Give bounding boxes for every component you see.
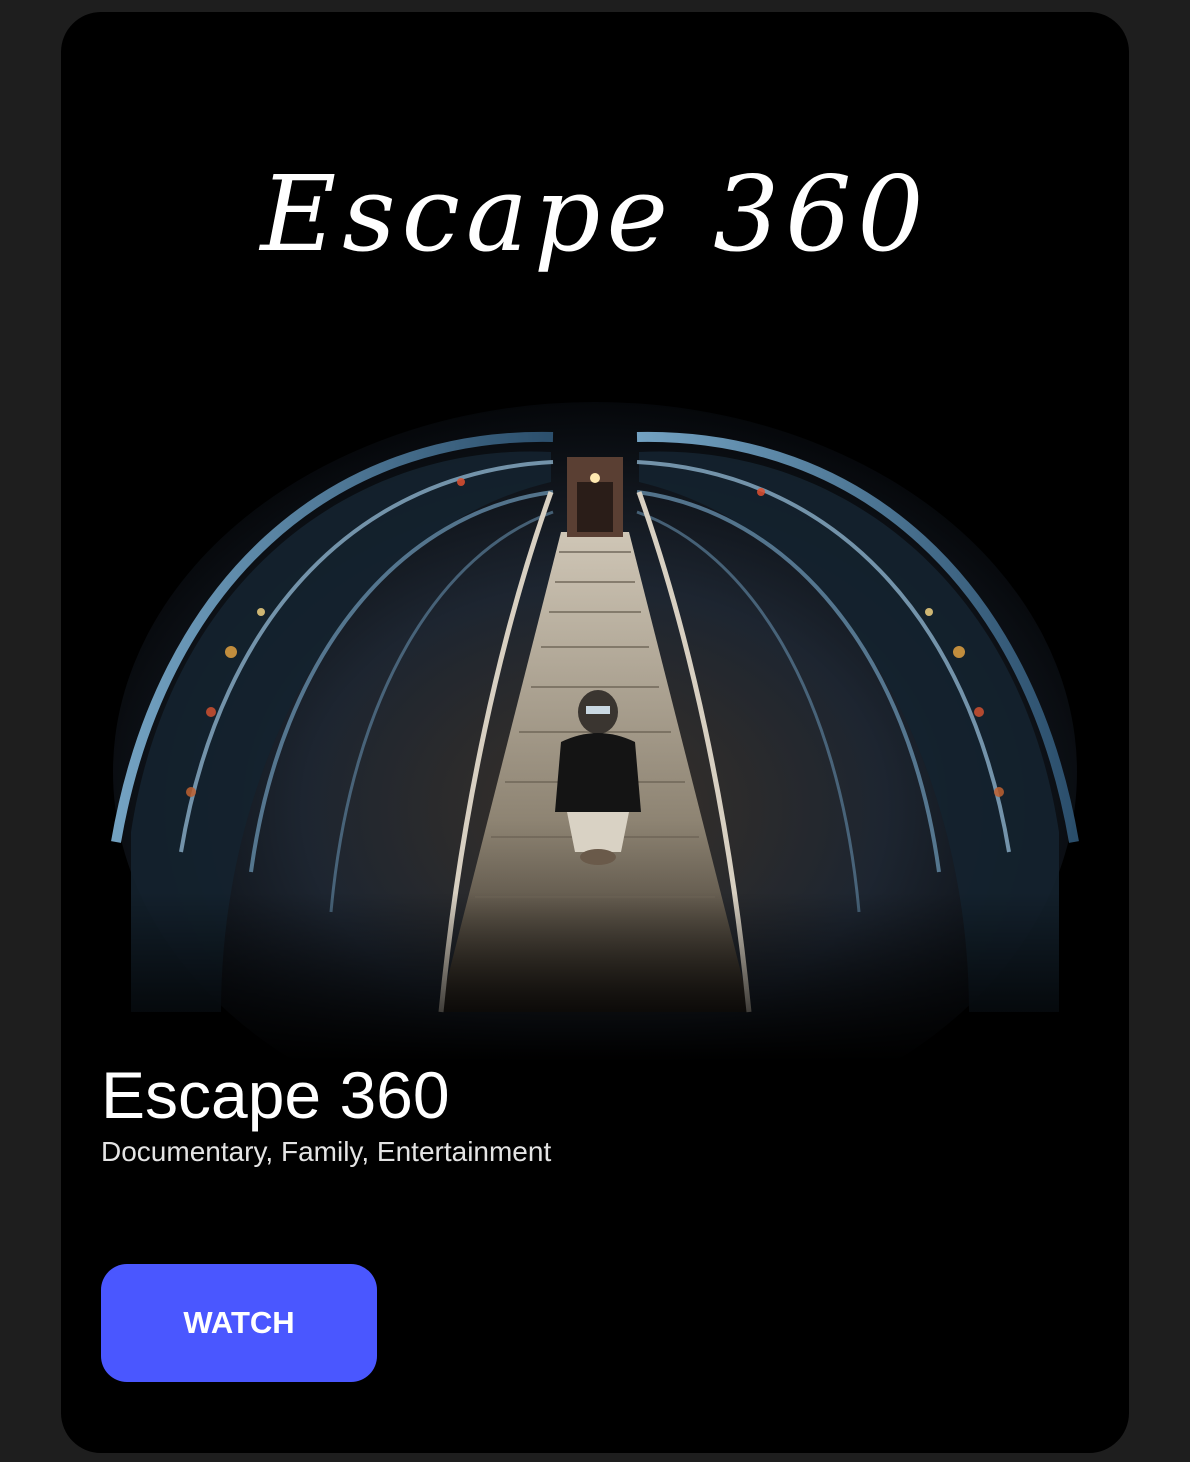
show-title: Escape 360 [101,1058,450,1132]
show-card[interactable]: Escape 360 Escape 360 Documentary, Famil… [61,12,1129,1453]
show-info: Escape 360 Documentary, Family, Entertai… [101,1062,1081,1168]
show-artwork: Escape 360 [61,12,1129,1062]
artwork-logo-title: Escape 360 [260,153,930,275]
show-genres: Documentary, Family, Entertainment [101,1136,552,1167]
watch-button[interactable]: WATCH [101,1264,377,1382]
